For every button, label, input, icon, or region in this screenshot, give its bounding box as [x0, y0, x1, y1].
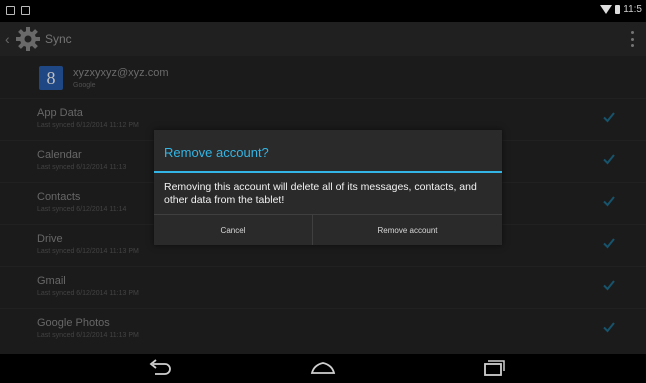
- status-bar: 11:5: [0, 0, 646, 22]
- navigation-bar: [0, 354, 646, 383]
- home-icon[interactable]: [308, 358, 338, 378]
- battery-icon: [615, 5, 621, 14]
- wifi-icon: [600, 5, 613, 14]
- recent-apps-icon[interactable]: [478, 358, 508, 378]
- cancel-button[interactable]: Cancel: [154, 215, 313, 245]
- dialog-title-divider: [154, 171, 502, 173]
- dialog-title: Remove account?: [164, 145, 269, 160]
- back-icon[interactable]: [145, 358, 175, 378]
- remove-account-button[interactable]: Remove account: [313, 215, 502, 245]
- remove-account-dialog: Remove account? Removing this account wi…: [154, 130, 502, 245]
- image-notification-icon: [21, 6, 30, 15]
- notification-icon: [6, 6, 15, 15]
- dialog-button-bar: Cancel Remove account: [154, 214, 502, 245]
- dialog-message: Removing this account will delete all of…: [164, 181, 477, 206]
- status-time: 11:5: [623, 4, 642, 15]
